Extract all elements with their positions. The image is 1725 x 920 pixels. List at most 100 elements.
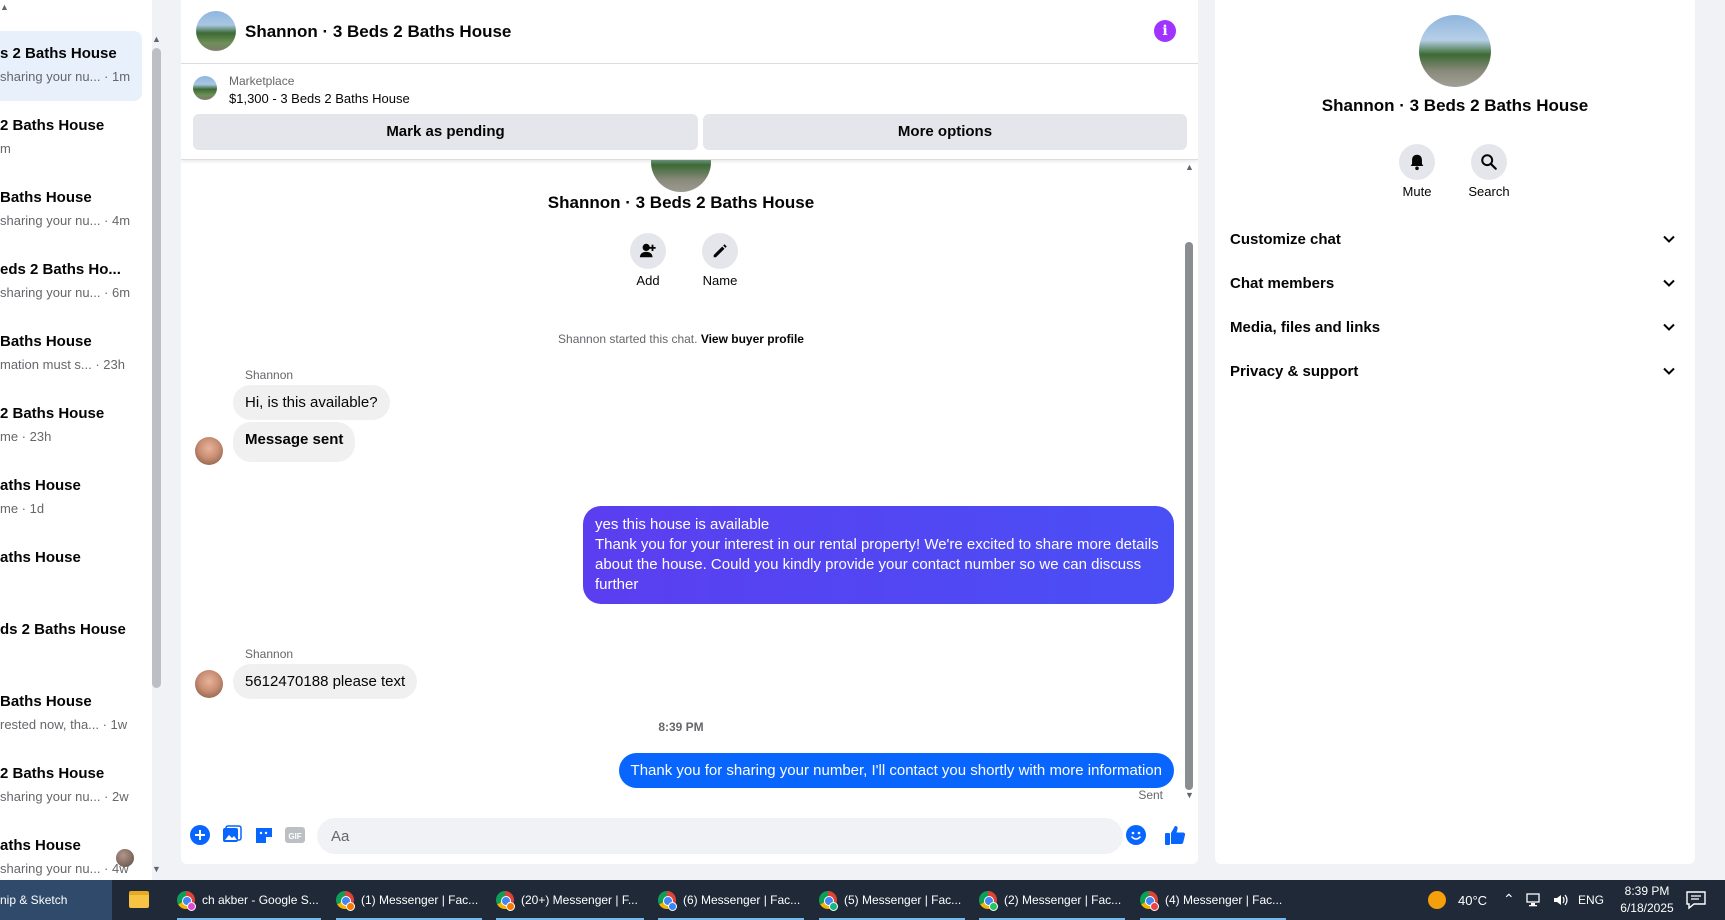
sender-avatar[interactable] [195,670,223,698]
chat-item-title: Baths House [0,693,92,710]
chat-list-item[interactable]: s 2 Baths House sharing your nu... · 1m [0,31,142,101]
weather-temperature[interactable]: 40°C [1458,893,1487,908]
list-scroll-up-icon[interactable]: ▲ [152,34,161,44]
taskbar-item[interactable]: (20+) Messenger | F... [496,880,644,920]
mute-label: Mute [1402,184,1432,199]
section-label: Privacy & support [1230,363,1359,380]
panel-avatar[interactable] [1419,15,1491,87]
thread-contact-name: Shannon · 3 Beds 2 Baths House [547,193,815,212]
plus-icon[interactable] [189,824,211,846]
chat-list-item[interactable]: 2 Baths House m [0,103,142,173]
message-input[interactable] [317,818,1123,854]
taskbar-item[interactable]: (2) Messenger | Fac... [979,880,1125,920]
thread-scrollbar[interactable] [1185,242,1193,790]
chat-list-item[interactable]: eds 2 Baths Ho... sharing your nu... · 6… [0,247,142,317]
chat-item-title: 2 Baths House [0,117,105,134]
weather-icon[interactable] [1428,891,1446,909]
taskbar-snip-sketch[interactable]: nip & Sketch [0,880,112,920]
incoming-message[interactable]: 5612470188 please text [233,664,418,699]
sender-avatar[interactable] [195,437,223,465]
clock-time: 8:39 PM [1624,884,1670,898]
search-icon [1481,154,1497,170]
chat-item-title: eds 2 Baths Ho... [0,261,121,278]
mute-button[interactable] [1399,144,1435,180]
customize-chat-section[interactable]: Customize chat [1215,222,1695,258]
chat-item-title: Baths House [0,189,92,206]
chevron-up-icon[interactable]: ⌃ [1503,891,1515,908]
timestamp-divider: 8:39 PM [658,720,704,734]
language-indicator[interactable]: ENG [1578,893,1604,907]
thread-scroll-up-icon[interactable]: ▲ [1185,162,1194,172]
search-button[interactable] [1471,144,1507,180]
chat-list-item[interactable]: Baths House mation must s... · 23h [0,319,142,389]
profile-badge-icon [989,902,998,911]
profile-badge-icon [1150,902,1159,911]
file-explorer-icon[interactable] [129,891,149,908]
section-label: Chat members [1230,275,1335,292]
chat-list-scrollbar[interactable] [152,48,161,688]
outgoing-message[interactable]: Thank you for sharing your number, I'll … [618,753,1174,788]
pencil-icon [713,244,727,258]
chat-item-preview: me · 1d [0,501,45,516]
chat-list-item[interactable]: 2 Baths House me · 23h [0,391,142,461]
contact-avatar[interactable] [196,11,236,51]
chat-item-preview: sharing your nu... · 4m [0,213,131,228]
sender-name: Shannon [245,368,294,382]
taskbar-item-label: (2) Messenger | Fac... [1004,893,1122,907]
taskbar-item[interactable]: (1) Messenger | Fac... [336,880,482,920]
panel-contact-name: Shannon · 3 Beds 2 Baths House [1321,96,1589,115]
info-icon[interactable]: i [1154,20,1176,42]
chat-item-preview: sharing your nu... · 2w [0,789,129,804]
thumbs-up-icon[interactable] [1164,824,1186,846]
volume-icon[interactable] [1552,892,1570,908]
chat-list-item[interactable]: 2 Baths House sharing your nu... · 2w [0,751,142,821]
listing-description[interactable]: $1,300 - 3 Beds 2 Baths House [229,91,410,106]
chat-item-title: 2 Baths House [0,765,105,782]
chat-item-title: Baths House [0,333,92,350]
outgoing-message[interactable]: yes this house is available Thank you fo… [583,506,1174,604]
mark-as-pending-button[interactable]: Mark as pending [193,114,698,150]
view-buyer-profile-link[interactable]: View buyer profile [701,332,804,346]
chat-list-item[interactable]: Baths House sharing your nu... · 4m [0,175,142,245]
taskbar-item[interactable]: (6) Messenger | Fac... [658,880,804,920]
chat-list-item[interactable]: aths House [0,535,142,605]
gif-icon[interactable]: GIF [284,824,306,846]
system-clock[interactable]: 8:39 PM 6/18/2025 [1612,883,1682,917]
network-icon[interactable] [1525,892,1543,908]
sticker-icon[interactable] [253,824,275,846]
incoming-message[interactable]: Hi, is this available? [233,385,390,420]
incoming-message[interactable]: Message sent [233,422,356,462]
taskbar-item[interactable]: ch akber - Google S... [177,880,321,920]
taskbar-item[interactable]: (5) Messenger | Fac... [819,880,965,920]
taskbar-item-label: (4) Messenger | Fac... [1165,893,1283,907]
chat-members-section[interactable]: Chat members [1215,266,1695,302]
taskbar-item-label: (5) Messenger | Fac... [844,893,962,907]
emoji-icon[interactable] [1125,824,1147,846]
add-person-button[interactable] [630,233,666,269]
add-person-icon [639,243,656,258]
bell-icon [1410,154,1424,171]
list-scroll-down-icon[interactable]: ▼ [152,864,161,874]
scroll-up-arrow-icon[interactable]: ▲ [0,2,9,12]
chat-item-preview: sharing your nu... · 6m [0,285,131,300]
profile-badge-icon [506,902,515,911]
chat-started-text: Shannon started this chat. [558,332,698,346]
photo-icon[interactable] [221,824,243,846]
privacy-support-section[interactable]: Privacy & support [1215,354,1695,390]
notification-center-icon[interactable] [1685,890,1707,910]
chat-item-preview: me · 23h [0,429,52,444]
edit-name-button[interactable] [702,233,738,269]
taskbar-item[interactable]: (4) Messenger | Fac... [1140,880,1286,920]
read-receipt-avatar [116,849,134,867]
chat-started-notice: Shannon started this chat. View buyer pr… [181,332,1181,346]
conversation-title[interactable]: Shannon · 3 Beds 2 Baths House [245,22,511,42]
chat-list-item[interactable]: Baths House rested now, tha... · 1w [0,679,142,749]
media-files-links-section[interactable]: Media, files and links [1215,310,1695,346]
more-options-button[interactable]: More options [703,114,1187,150]
chat-item-title: s 2 Baths House [0,45,117,62]
chat-list-item[interactable]: aths House me · 1d [0,463,142,533]
chat-list-item[interactable]: ds 2 Baths House [0,607,142,677]
thread-scroll-down-icon[interactable]: ▼ [1185,790,1194,800]
listing-thumbnail[interactable] [193,76,217,100]
windows-taskbar: nip & Sketch ch akber - Google S... (1) … [0,880,1725,920]
